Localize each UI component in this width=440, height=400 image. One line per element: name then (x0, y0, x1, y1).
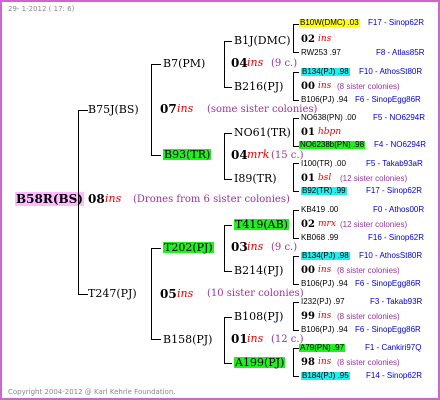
l4-1-ins: ins (318, 81, 332, 91)
l2-queen-d[interactable]: B158(PJ) (163, 334, 212, 345)
l4-4-generation: 02 (301, 219, 315, 230)
l4-5-top-line: F10 - AthosSt80R (359, 251, 423, 260)
sire-generation: 07 (160, 102, 177, 116)
l4-5-note: (8 sister colonies) (337, 266, 400, 275)
l4-2-bottom-line: F4 - NO6294R (374, 140, 427, 149)
l4-2-top[interactable]: NO638(PN) .00 (301, 114, 356, 122)
header-date: 29- 1-2012 ( 17: 6) (8, 5, 75, 13)
dam-queen[interactable]: T247(PJ) (88, 288, 137, 299)
l4-5-bottom-line: F6 - SinopEgg86R (355, 279, 421, 288)
l4-6-bottom-line: F6 - SinopEgg86R (355, 325, 421, 334)
l4-4-top-line: F0 - Athos00R (373, 205, 425, 214)
l2-a-generation: 04 (231, 56, 248, 70)
l4-1-generation: 00 (301, 81, 315, 92)
l3-queen-c2[interactable]: B214(PJ) (234, 265, 283, 276)
root-note: (Drones from 6 sister colonies) (133, 194, 290, 205)
l2-c-note: (9 c.) (271, 242, 298, 253)
l2-queen-b[interactable]: B93(TR) (163, 149, 212, 160)
l4-3-ins: bsl (318, 173, 332, 183)
l2-d-generation: 01 (231, 332, 248, 346)
l4-0-generation: 02 (301, 34, 315, 45)
l3-queen-d1[interactable]: B108(PJ) (234, 311, 283, 322)
l4-0-top-line: F17 - Sinop62R (368, 18, 425, 27)
dam-bracket (151, 248, 152, 340)
l2-c-generation: 03 (231, 240, 248, 254)
l4-1-top-line: F10 - AthosSt80R (359, 67, 423, 76)
l4-2-top-line: F5 - NO6294R (373, 113, 426, 122)
l4-7-bottom[interactable]: B184(PJ) .95 (301, 372, 350, 380)
l2-queen-c[interactable]: T202(PJ) (163, 242, 214, 253)
l4-6-ins: ins (318, 311, 332, 321)
root-bracket-bottom (78, 294, 88, 295)
l2-d-ins: ins (247, 332, 264, 345)
root-bracket-top (78, 110, 88, 111)
l4-1-bottom-line: F6 - SinopEgg86R (355, 95, 421, 104)
l4-0-bottom[interactable]: RW253 .97 (301, 49, 341, 57)
l4-0-bottom-line: F8 - Atlas85R (376, 48, 425, 57)
pedigree-frame: 29- 1-2012 ( 17: 6) B58R(BS) 08 ins (Dro… (0, 0, 440, 400)
l2-b-note: (15 c.) (271, 150, 304, 161)
l4-4-top[interactable]: KB419 .00 (301, 206, 338, 214)
l4-4-bottom[interactable]: KB068 .99 (301, 234, 338, 242)
l4-6-bottom[interactable]: B106(PJ) .94 (301, 326, 348, 334)
l4-7-note: (8 sister colonies) (337, 358, 400, 367)
l4-2-bottom[interactable]: NO6238b(PN) .98 (299, 141, 366, 149)
l2-c-ins: ins (247, 240, 264, 253)
l4-5-top[interactable]: B134(PJ) .98 (301, 252, 350, 260)
l4-7-bottom-line: F14 - Sinop62R (366, 371, 423, 380)
l4-7-top-line: F1 - Cankiri97Q (365, 343, 422, 352)
dam-ins: ins (177, 287, 194, 300)
l4-2-ins: hbpn (318, 127, 342, 137)
l4-0-top[interactable]: B10W(DMC) .03 (299, 19, 360, 27)
l4-3-top-line: F5 - Takab93aR (366, 159, 423, 168)
l2-queen-a[interactable]: B7(PM) (163, 58, 205, 69)
l4-5-generation: 00 (301, 265, 315, 276)
l3-queen-b1[interactable]: NO61(TR) (234, 127, 291, 138)
root-queen[interactable]: B58R(BS) (15, 192, 84, 206)
footer-copyright: Copyright 2004-2012 @ Karl Kehrle Founda… (8, 388, 176, 396)
l4-3-bottom-line: F17 - Sinop62R (366, 186, 423, 195)
dam-generation: 05 (160, 287, 177, 301)
l4-6-generation: 99 (301, 311, 315, 322)
l4-4-bottom-line: F16 - Sinop62R (368, 233, 425, 242)
l4-4-ins: mrx (318, 219, 336, 229)
l2-a-note: (9 c.) (271, 58, 298, 69)
sire-queen[interactable]: B75J(BS) (88, 104, 139, 115)
l4-5-bottom[interactable]: B106(PJ) .94 (301, 280, 348, 288)
l4-3-generation: 01 (301, 173, 315, 184)
l2-a-ins: ins (247, 56, 264, 69)
l4-6-top-line: F3 - Takab93R (370, 297, 423, 306)
sire-bracket (151, 64, 152, 156)
l4-3-bottom[interactable]: B92(TR) .99 (301, 187, 347, 195)
l4-7-top[interactable]: A79(PN) .97 (299, 344, 346, 352)
l4-6-top[interactable]: I232(PJ) .97 (301, 298, 345, 306)
l4-4-note: (12 sister colonies) (340, 220, 408, 229)
l3-queen-d2[interactable]: A199(PJ) (234, 357, 286, 368)
l4-0-ins: ins (318, 34, 332, 44)
l4-2-generation: 01 (301, 127, 315, 138)
l4-7-generation: 98 (301, 357, 315, 368)
root-bracket (78, 110, 79, 295)
root-ins: ins (105, 192, 122, 205)
l4-1-top[interactable]: B134(PJ) .98 (301, 68, 350, 76)
l2-b-ins: mrk (247, 148, 270, 161)
l4-3-top[interactable]: I100(TR) .00 (301, 160, 346, 168)
l2-b-generation: 04 (231, 148, 248, 162)
sire-ins: ins (177, 102, 194, 115)
l4-7-ins: ins (318, 357, 332, 367)
dam-note: (10 sister colonies) (207, 288, 304, 299)
root-generation: 08 (88, 192, 105, 206)
l4-5-ins: ins (318, 265, 332, 275)
l4-6-note: (8 sister colonies) (337, 312, 400, 321)
l4-1-bottom[interactable]: B106(PJ) .94 (301, 96, 348, 104)
l3-queen-a2[interactable]: B216(PJ) (234, 81, 283, 92)
l3-queen-a1[interactable]: B1J(DMC) (234, 35, 291, 46)
l3-queen-b2[interactable]: I89(TR) (234, 173, 277, 184)
l4-1-note: (8 sister colonies) (337, 82, 400, 91)
l3-queen-c1[interactable]: T419(AB) (234, 219, 289, 230)
l4-3-note: (12 sister colonies) (340, 174, 408, 183)
